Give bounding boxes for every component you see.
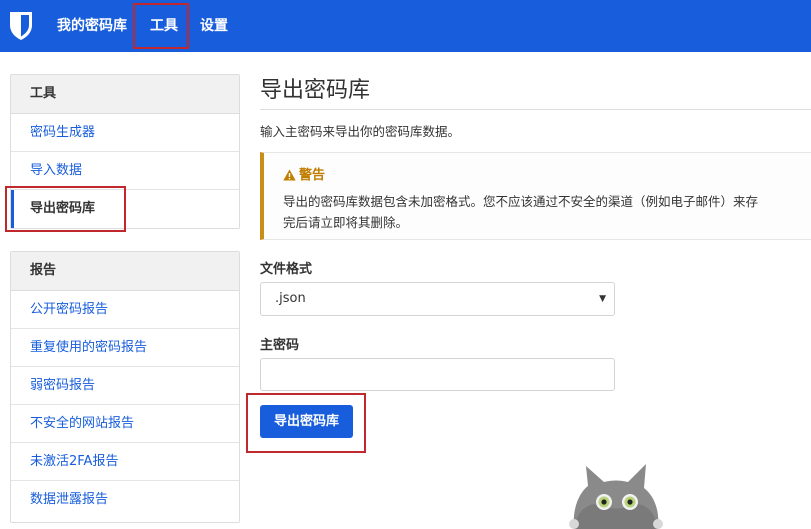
warning-triangle-icon xyxy=(283,169,296,181)
page-title: 导出密码库 xyxy=(260,78,371,103)
reports-panel: 报告 公开密码报告 重复使用的密码报告 弱密码报告 不安全的网站报告 未激活2F… xyxy=(10,251,240,523)
master-password-input[interactable] xyxy=(260,358,615,391)
title-divider xyxy=(260,109,811,110)
cat-watermark-image xyxy=(569,464,663,529)
sidebar-item-weak-passwords-report[interactable]: 弱密码报告 xyxy=(11,367,239,405)
file-format-select[interactable]: .json ▼ xyxy=(260,282,615,316)
warning-title-text: 警告 xyxy=(299,168,326,183)
sidebar-item-unsecure-websites-report[interactable]: 不安全的网站报告 xyxy=(11,405,239,443)
chevron-down-icon: ▼ xyxy=(599,294,606,304)
sidebar-item-password-generator[interactable]: 密码生成器 xyxy=(11,114,239,152)
tools-panel: 工具 密码生成器 导入数据 导出密码库 xyxy=(10,74,240,229)
file-format-label: 文件格式 xyxy=(260,262,313,277)
intro-text: 输入主密码来导出你的密码库数据。 xyxy=(260,124,461,139)
sidebar-item-import-data[interactable]: 导入数据 xyxy=(11,152,239,190)
nav-tools[interactable]: 工具 xyxy=(150,0,178,52)
sidebar-item-reused-passwords-report[interactable]: 重复使用的密码报告 xyxy=(11,329,239,367)
sidebar-item-inactive-2fa-report[interactable]: 未激活2FA报告 xyxy=(11,443,239,481)
sidebar-item-exposed-passwords-report[interactable]: 公开密码报告 xyxy=(11,291,239,329)
sidebar-item-export-vault[interactable]: 导出密码库 xyxy=(11,190,239,228)
warning-text-line-1: 导出的密码库数据包含未加密格式。您不应该通过不安全的渠道（例如电子邮件）来存 xyxy=(283,194,759,209)
nav-my-vault[interactable]: 我的密码库 xyxy=(57,0,127,52)
warning-text-line-2: 完后请立即将其删除。 xyxy=(283,215,409,230)
warning-title: 警告 xyxy=(283,164,325,183)
reports-panel-heading: 报告 xyxy=(11,252,239,291)
tools-panel-heading: 工具 xyxy=(11,75,239,114)
file-format-value: .json xyxy=(275,291,306,306)
bitwarden-shield-icon[interactable] xyxy=(9,11,33,41)
master-password-label: 主密码 xyxy=(260,338,300,353)
sidebar-item-data-breach-report[interactable]: 数据泄露报告 xyxy=(11,481,239,519)
warning-callout: 警告 导出的密码库数据包含未加密格式。您不应该通过不安全的渠道（例如电子邮件）来… xyxy=(260,152,811,240)
export-vault-button[interactable]: 导出密码库 xyxy=(260,405,353,438)
nav-settings[interactable]: 设置 xyxy=(200,0,228,52)
top-navbar: 我的密码库 工具 设置 xyxy=(0,0,811,52)
